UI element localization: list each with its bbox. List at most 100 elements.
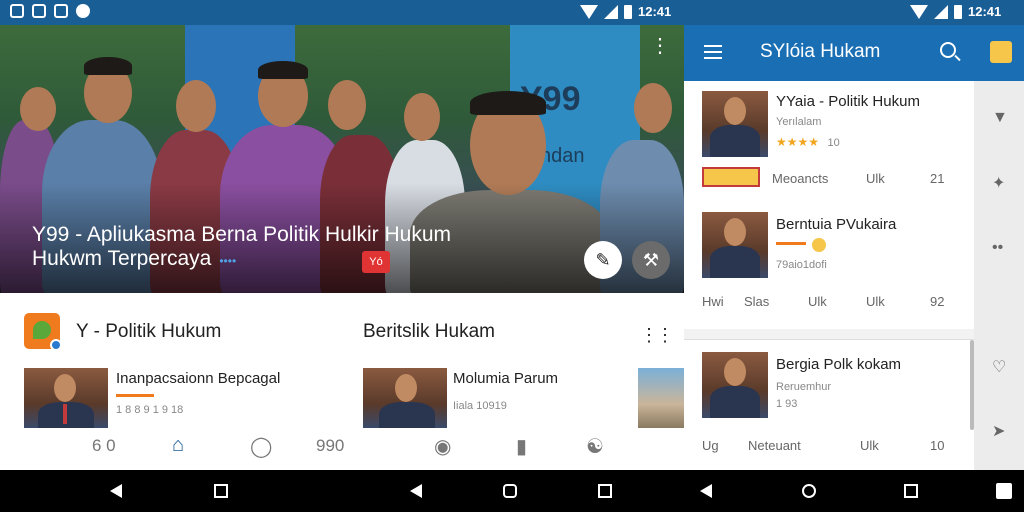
article-sub: 1 8 8 9 1 9 18 (116, 404, 184, 416)
system-nav-bar (0, 470, 1024, 512)
meta-like[interactable]: Ulk (860, 438, 879, 453)
thumbnail-face (724, 218, 746, 246)
app-title: SYlóia Hukam (760, 41, 881, 62)
photo-person-head (328, 80, 366, 130)
battery-icon (954, 4, 962, 19)
photo-person-hair (470, 91, 546, 115)
notification-file-icon (54, 4, 68, 18)
rating-value: 10 (827, 137, 840, 149)
hero-title[interactable]: Y99 - Apliukasma Berna Politik Hulkir Hu… (32, 223, 492, 273)
article-thumbnail[interactable] (702, 91, 768, 157)
thumbnail-face (724, 97, 746, 125)
meta-1: Hwi (702, 294, 724, 309)
hero-sign-subtext: ndan (540, 145, 585, 167)
more-icon[interactable]: ⋮⋮ (640, 325, 674, 346)
article-title[interactable]: Inanpacsaionn Bepcagal (116, 370, 280, 387)
article-title[interactable]: Molumia Parum (453, 370, 558, 387)
group-icon[interactable]: ☯ (586, 434, 604, 459)
feed-title[interactable]: YYaia - Politik Hukum (776, 93, 920, 110)
wifi-icon (910, 4, 928, 19)
feed-sub: Reruemhur (776, 381, 832, 393)
feed-sub: Yerılalam (776, 116, 822, 128)
app-logo-icon[interactable] (24, 313, 62, 351)
heart-icon[interactable]: ♡ (992, 357, 1006, 377)
recents-icon[interactable] (214, 484, 228, 498)
photo-person-head (634, 83, 672, 133)
hero-title-dots: •••• (219, 254, 237, 268)
signal-icon (934, 4, 948, 19)
nav-back-item[interactable]: 6 0 (92, 436, 116, 456)
article-thumbnail[interactable] (702, 352, 768, 418)
menu-icon[interactable] (704, 45, 722, 59)
meta-comments[interactable]: 92 (930, 294, 944, 309)
screen: 12:41 12:41 Y99 ndan ⋮ Y99 - Apliukasma … (0, 0, 1024, 512)
avatar[interactable] (990, 41, 1012, 63)
meta-like[interactable]: Ulk (866, 294, 885, 309)
rating-stars: ★★★★ (776, 135, 820, 149)
hero-title-line2: Hukwm Terpercaya •••• (32, 247, 492, 273)
coin-icon (812, 238, 826, 252)
photo-person-head (176, 80, 216, 132)
article-accent-line (116, 394, 154, 397)
recents-icon[interactable] (598, 484, 612, 498)
battery-icon (624, 4, 632, 19)
feed-card[interactable]: Bergia Polk kokam Reruemhur 1 93 Ug Nete… (684, 340, 974, 470)
article-thumbnail[interactable] (363, 368, 447, 428)
left-bottom-nav: 6 0 ⌂ ◯ 990 ◉ ▮ ☯ (0, 430, 684, 470)
meta-like[interactable]: Ulk (866, 171, 885, 186)
feed-card[interactable]: Berntuia PVukaira 79aio1dofi Hwi Slas Ul… (684, 204, 974, 329)
side-rail: ▼ ✦ •• ♡ ➤ (974, 81, 1024, 470)
recents-icon[interactable] (904, 484, 918, 498)
section-title[interactable]: Y - Politik Hukum (76, 321, 221, 343)
globe-icon[interactable]: ◉ (434, 434, 451, 459)
section-title[interactable]: Beritslik Hukam (363, 321, 495, 343)
feed-sub-2: 1 93 (776, 398, 798, 410)
hero-badge[interactable]: Yó (362, 251, 390, 273)
meta-source: Meoancts (772, 171, 829, 186)
nav-count-item[interactable]: 990 (316, 436, 344, 456)
notification-image-icon (32, 4, 46, 18)
more-vertical-icon[interactable]: ⋮ (650, 36, 670, 56)
back-icon[interactable] (700, 484, 712, 498)
leaf-icon (33, 321, 51, 339)
hero-banner[interactable]: Y99 ndan ⋮ Y99 - Apliukasma Berna Politi… (0, 25, 684, 293)
news-feed[interactable]: YYaia - Politik Hukum Yerılalam ★★★★ 10 … (684, 81, 974, 470)
back-icon[interactable] (110, 484, 122, 498)
back-icon[interactable] (410, 484, 422, 498)
meta-comments[interactable]: 21 (930, 171, 944, 186)
feed-title[interactable]: Bergia Polk kokam (776, 356, 901, 373)
profile-icon[interactable]: ◯ (250, 434, 272, 459)
search-icon[interactable] (940, 42, 956, 58)
article-thumbnail[interactable] (702, 212, 768, 278)
home-icon[interactable]: ⌂ (172, 434, 184, 457)
pin-icon[interactable]: ▼ (992, 109, 1008, 127)
hero-title-line2-text: Hukwm Terpercaya (32, 247, 212, 270)
meta-3[interactable]: Ulk (808, 294, 827, 309)
article-sub: Iiala 10919 (453, 400, 507, 412)
thumbnail-face (724, 358, 746, 386)
bookmark-icon[interactable]: ▮ (516, 434, 527, 459)
rating: ★★★★ 10 (776, 133, 840, 151)
meta-comments[interactable]: 10 (930, 438, 944, 453)
share-icon[interactable]: ➤ (992, 421, 1005, 441)
notification-app-icon (10, 4, 24, 18)
article-thumbnail[interactable] (24, 368, 108, 428)
thumbnail-suit (710, 246, 760, 278)
meta-source: Neteuant (748, 438, 801, 453)
source-logo-icon (702, 167, 760, 187)
dots-icon[interactable]: •• (992, 239, 1003, 257)
pencil-icon[interactable]: ✎ (584, 241, 622, 279)
thumbnail-suit (710, 386, 760, 418)
app-shortcut-icon[interactable] (996, 483, 1012, 499)
feed-card[interactable]: YYaia - Politik Hukum Yerılalam ★★★★ 10 … (684, 81, 974, 204)
feed-sub: 79aio1dofi (776, 259, 827, 271)
app-bar: SYlóia Hukam (684, 25, 1024, 81)
thumbnail-tie (63, 404, 67, 424)
article-thumbnail[interactable] (638, 368, 684, 428)
home-button-icon[interactable] (503, 484, 517, 498)
home-button-icon[interactable] (802, 484, 816, 498)
feed-title[interactable]: Berntuia PVukaira (776, 216, 896, 233)
puzzle-icon[interactable]: ✦ (992, 173, 1005, 193)
hammer-icon[interactable]: ⚒ (632, 241, 670, 279)
photo-person-hair (258, 61, 308, 79)
